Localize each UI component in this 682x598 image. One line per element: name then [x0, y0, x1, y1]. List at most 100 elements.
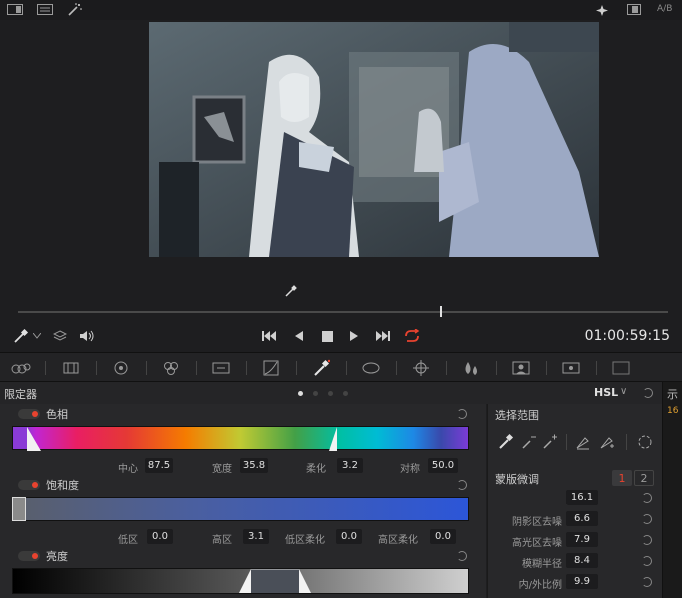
sat-low-value[interactable]: 0.0 [147, 529, 173, 544]
sat-high-soft-value[interactable]: 0.0 [430, 529, 456, 544]
hue-width-value[interactable]: 35.8 [240, 458, 268, 473]
3d-icon[interactable] [610, 359, 632, 377]
stop-icon[interactable] [319, 328, 335, 344]
palette-toolbar [0, 352, 682, 382]
chevron-down-icon[interactable] [32, 330, 42, 342]
invert-icon[interactable] [636, 432, 654, 452]
qualifier-icon[interactable] [310, 358, 332, 378]
transport-bar [0, 320, 682, 352]
matte-row-value[interactable]: 8.4 [566, 553, 598, 568]
timecode-display: 01:00:59:15 [584, 328, 670, 344]
tracker-icon[interactable] [410, 359, 432, 377]
matte-row-value[interactable]: 16.1 [566, 490, 598, 505]
hue-sym-value[interactable]: 50.0 [428, 458, 458, 473]
luminance-range-handles [239, 569, 311, 593]
matte-tab-2[interactable]: 2 [634, 470, 654, 486]
viewer-toolbar: A/B [0, 0, 682, 20]
magic-wand-icon[interactable] [66, 2, 84, 17]
color-wheels-icon[interactable] [110, 359, 132, 377]
volume-icon[interactable] [78, 328, 96, 344]
matte-row-label: 内/外比例 [518, 580, 562, 591]
matte-title: 蒙版微调 [495, 473, 539, 486]
qualifier-mode-select[interactable]: HSL [594, 386, 618, 399]
luminance-label: 亮度 [46, 550, 68, 563]
sat-low-soft-value[interactable]: 0.0 [336, 529, 362, 544]
matte-tab-1[interactable]: 1 [612, 470, 632, 486]
color-match-icon[interactable] [60, 359, 82, 377]
side-panel-number: 16 [667, 406, 679, 416]
hue-bar[interactable] [12, 426, 469, 451]
curves-icon[interactable] [260, 359, 282, 377]
play-icon[interactable] [346, 328, 362, 344]
sat-high-value[interactable]: 3.1 [243, 529, 269, 544]
selection-title: 选择范围 [495, 409, 539, 422]
hue-soft-value[interactable]: 3.2 [337, 458, 363, 473]
matte-row-value[interactable]: 7.9 [566, 532, 598, 547]
hue-reset-icon[interactable] [457, 409, 467, 419]
saturation-label: 饱和度 [46, 479, 79, 492]
sizing-icon[interactable] [560, 359, 582, 377]
saturation-toggle[interactable] [18, 480, 40, 490]
feather-plus-icon[interactable] [598, 432, 616, 452]
matte-row-reset-icon[interactable] [642, 556, 652, 566]
luminance-toggle[interactable] [18, 551, 40, 561]
video-frame[interactable] [149, 22, 599, 257]
luminance-bar[interactable] [12, 568, 469, 594]
compare-icon[interactable] [626, 3, 642, 16]
luminance-reset-icon[interactable] [457, 551, 467, 561]
side-panel: 示 16 [662, 382, 682, 598]
sat-high-label: 高区 [212, 535, 232, 546]
loop-icon[interactable] [402, 327, 422, 345]
split-view-icon[interactable] [36, 3, 54, 16]
picker-minus-icon[interactable] [520, 432, 538, 452]
saturation-low-handle[interactable] [12, 497, 26, 521]
picker-tool-icon[interactable] [12, 328, 30, 344]
qualifier-title: 限定器 [4, 388, 37, 401]
rgb-mixer-icon[interactable] [160, 359, 182, 377]
camera-raw-icon[interactable] [10, 359, 32, 377]
playhead[interactable] [440, 306, 442, 317]
hue-center-label: 中心 [118, 464, 138, 475]
saturation-bar[interactable] [12, 497, 469, 521]
skip-to-start-icon[interactable] [260, 328, 278, 344]
hue-toggle[interactable] [18, 409, 40, 419]
qualifier-panel: 色相 中心 87.5 宽度 35.8 柔化 3.2 对称 50.0 饱和度 低区… [0, 404, 486, 598]
matte-row-label: 模糊半径 [522, 559, 562, 570]
sat-low-label: 低区 [118, 535, 138, 546]
side-panel-label: 示 [667, 388, 678, 401]
sat-high-soft-label: 高区柔化 [378, 535, 418, 546]
qualifier-header: 限定器 HSL ∨ [0, 382, 662, 404]
reset-icon[interactable] [643, 388, 653, 398]
picker-icon[interactable] [496, 432, 516, 452]
layers-icon[interactable] [52, 328, 68, 344]
matte-row-reset-icon[interactable] [642, 514, 652, 524]
timeline-scrubber[interactable] [18, 311, 668, 313]
matte-row-value[interactable]: 6.6 [566, 511, 598, 526]
hue-soft-label: 柔化 [306, 464, 326, 475]
matte-row-label: 高光区去噪 [512, 538, 562, 549]
matte-row-value[interactable]: 9.9 [566, 574, 598, 589]
video-frame-image [149, 22, 599, 257]
matte-row-reset-icon[interactable] [642, 577, 652, 587]
feather-minus-icon[interactable] [574, 432, 592, 452]
matte-row-label: 阴影区去噪 [512, 517, 562, 528]
matte-row-reset-icon[interactable] [642, 493, 652, 503]
eyedropper-cursor-icon [284, 284, 298, 298]
viewer-mode-icon[interactable] [6, 3, 24, 16]
highlight-icon[interactable] [594, 3, 610, 17]
hue-label: 色相 [46, 408, 68, 421]
play-reverse-icon[interactable] [291, 328, 307, 344]
hue-center-value[interactable]: 87.5 [145, 458, 173, 473]
motion-effects-icon[interactable] [210, 359, 232, 377]
matte-row-reset-icon[interactable] [642, 535, 652, 545]
picker-plus-icon[interactable] [541, 432, 559, 452]
skip-to-end-icon[interactable] [374, 328, 392, 344]
window-icon[interactable] [360, 359, 382, 377]
saturation-reset-icon[interactable] [457, 480, 467, 490]
key-icon[interactable] [510, 359, 532, 377]
ab-compare-label[interactable]: A/B [657, 4, 672, 14]
blur-icon[interactable] [460, 359, 482, 377]
sat-low-soft-label: 低区柔化 [285, 535, 325, 546]
chevron-down-icon[interactable]: ∨ [620, 386, 627, 397]
hue-sym-label: 对称 [400, 464, 420, 475]
